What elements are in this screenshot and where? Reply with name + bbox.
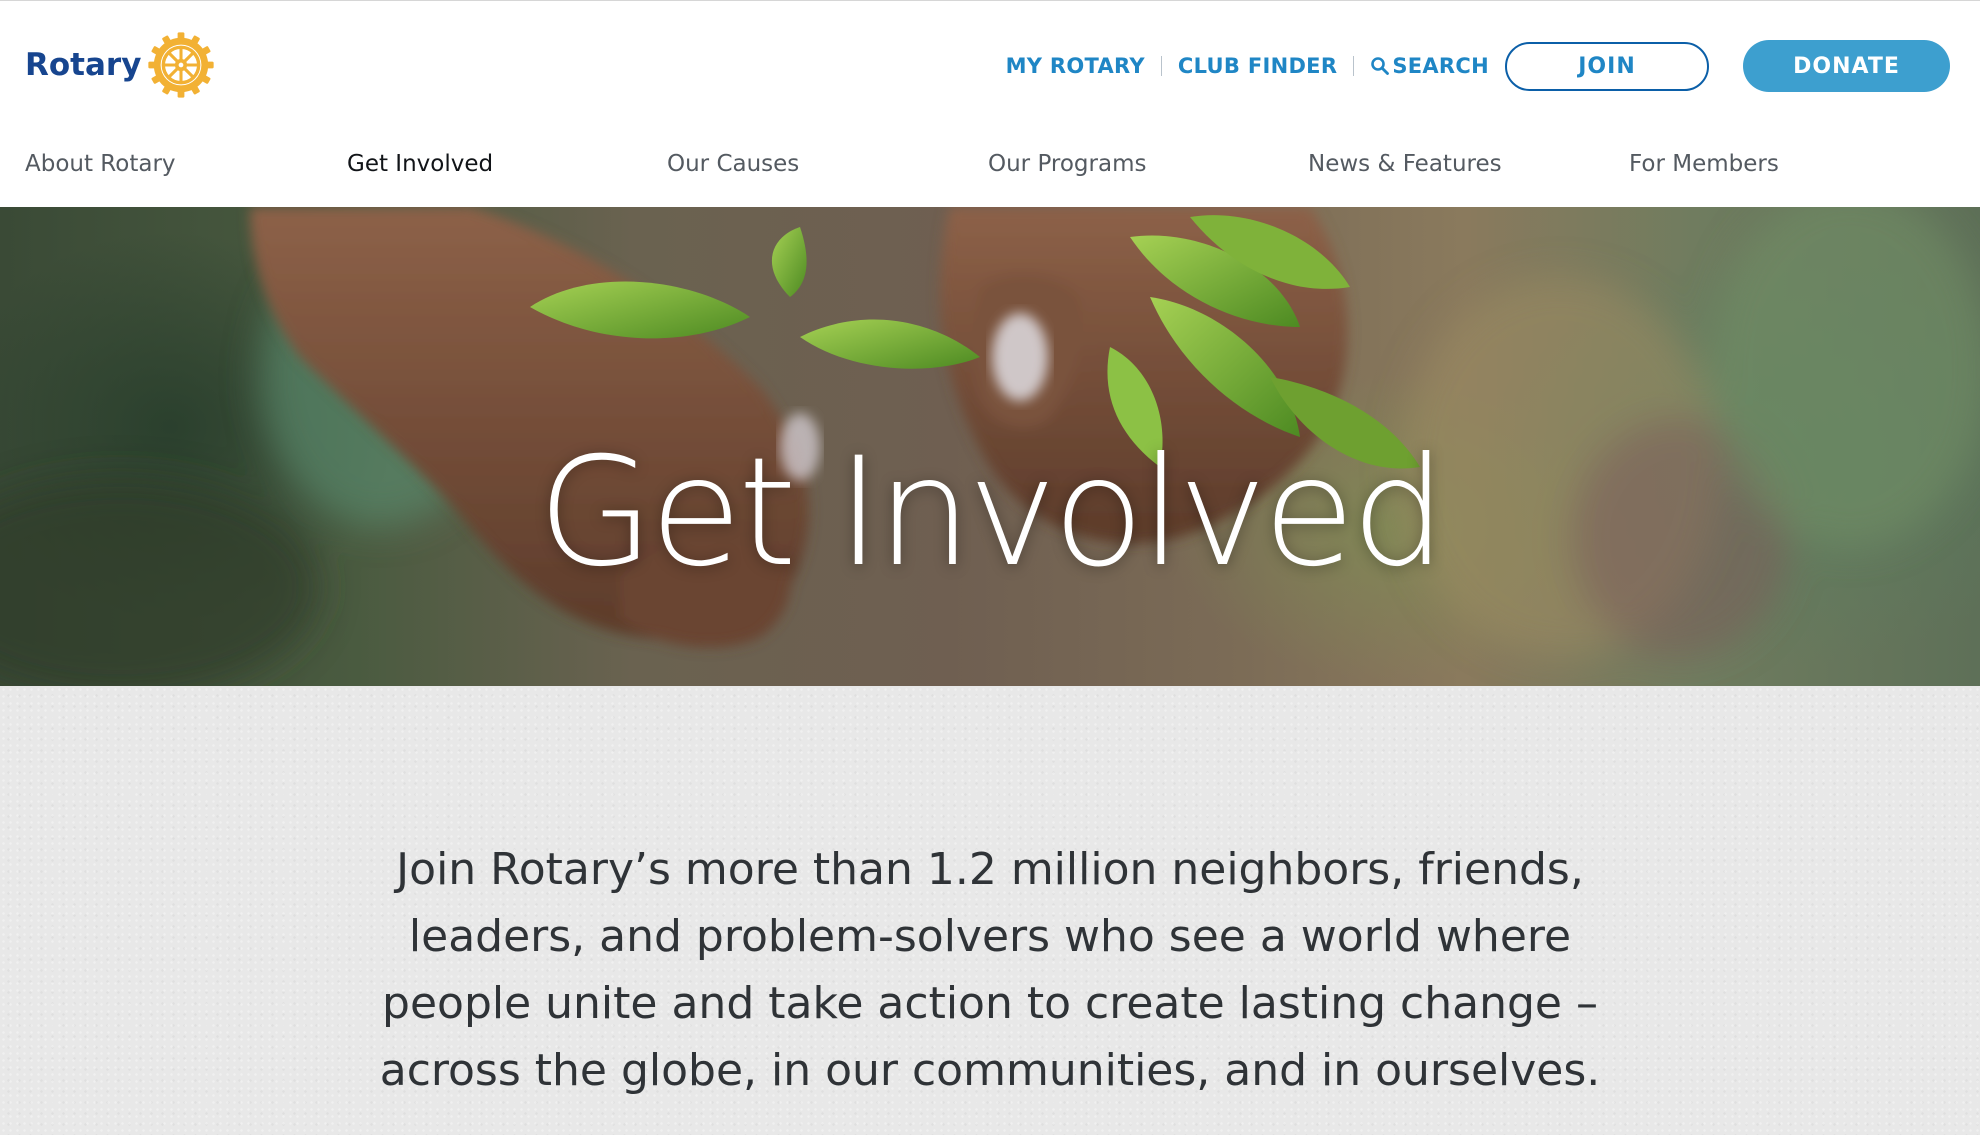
nav-item-get-involved[interactable]: Get Involved xyxy=(347,151,493,177)
intro-line: people unite and take action to create l… xyxy=(382,978,1598,1029)
join-button[interactable]: JOIN xyxy=(1505,41,1709,91)
nav-item-about-rotary[interactable]: About Rotary xyxy=(25,151,176,177)
intro-line: across the globe, in our communities, an… xyxy=(379,1045,1601,1096)
intro-paragraph: Join Rotary’s more than 1.2 million neig… xyxy=(340,836,1640,1104)
nav-item-our-causes[interactable]: Our Causes xyxy=(667,151,799,177)
my-rotary-link[interactable]: MY ROTARY xyxy=(1006,54,1145,78)
nav-item-our-programs[interactable]: Our Programs xyxy=(988,151,1146,177)
rotary-wheel-icon xyxy=(148,32,215,98)
utility-nav: MY ROTARY CLUB FINDER SEARCH JOIN DONATE xyxy=(1006,39,1950,93)
intro-line: leaders, and problem-solvers who see a w… xyxy=(408,911,1572,962)
rotary-logo-link[interactable]: Rotary xyxy=(25,29,215,101)
site-header: Rotary MY ROTARY CLUB FINDER SEARCH JOIN… xyxy=(0,0,1980,208)
search-label: SEARCH xyxy=(1392,54,1489,78)
donate-button[interactable]: DONATE xyxy=(1743,40,1950,92)
intro-line: Join Rotary’s more than 1.2 million neig… xyxy=(396,844,1584,895)
search-link[interactable]: SEARCH xyxy=(1370,54,1489,78)
nav-item-for-members[interactable]: For Members xyxy=(1629,151,1779,177)
nav-divider xyxy=(1160,56,1162,76)
search-icon xyxy=(1371,57,1390,75)
club-finder-link[interactable]: CLUB FINDER xyxy=(1178,54,1337,78)
hero-title: Get Involved xyxy=(537,425,1447,600)
hero-banner: Get Involved xyxy=(0,207,1980,686)
logo-wordmark: Rotary xyxy=(25,47,142,83)
nav-item-news-features[interactable]: News & Features xyxy=(1308,151,1502,177)
intro-section: Join Rotary’s more than 1.2 million neig… xyxy=(0,686,1980,1135)
page: Rotary MY ROTARY CLUB FINDER SEARCH JOIN… xyxy=(0,0,1980,1135)
nav-divider xyxy=(1353,56,1355,76)
main-nav: About Rotary Get Involved Our Causes Our… xyxy=(0,151,1980,191)
